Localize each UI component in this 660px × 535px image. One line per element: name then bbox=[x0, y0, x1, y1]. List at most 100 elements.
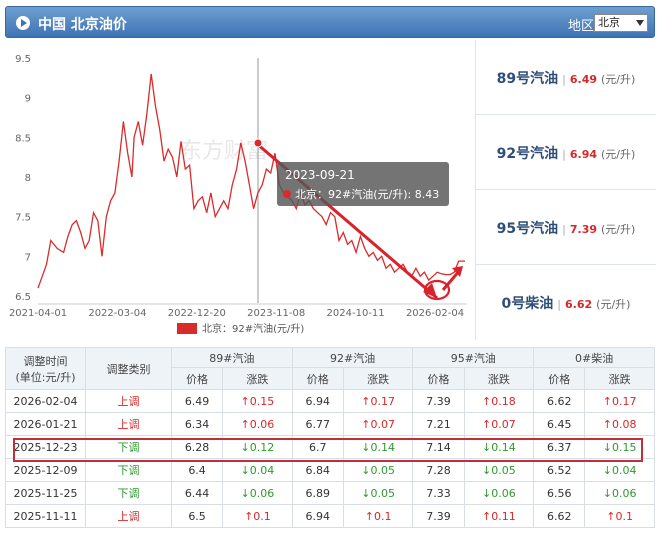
region-label: 地区 bbox=[568, 19, 595, 34]
x-tick-label: 2022-12-20 bbox=[168, 308, 226, 319]
cell-change: ↑0.18 bbox=[463, 389, 535, 413]
price-unit: (元/升) bbox=[596, 298, 631, 311]
cell-change: ↑0.1 bbox=[342, 504, 414, 528]
cell-price: 7.33 bbox=[412, 481, 465, 505]
price-unit: (元/升) bbox=[601, 223, 636, 236]
cell-change: ↑0.07 bbox=[463, 412, 535, 436]
cell-change: ↓0.05 bbox=[342, 481, 414, 505]
price-name: 89号汽油 bbox=[496, 71, 559, 87]
cell-date: 2025-12-09 bbox=[5, 458, 86, 482]
cell-price: 6.89 bbox=[291, 481, 344, 505]
cell-price: 6.77 bbox=[291, 412, 344, 436]
cell-date: 2025-12-23 bbox=[5, 435, 86, 459]
sub-header-change: 涨跌 bbox=[342, 367, 414, 390]
price-name: 0号柴油 bbox=[501, 296, 554, 312]
cell-price: 6.94 bbox=[291, 504, 344, 528]
cell-price: 7.39 bbox=[412, 504, 465, 528]
tooltip-value: 北京：92#汽油(元/升): 8.43 bbox=[295, 187, 439, 201]
cell-price: 7.28 bbox=[412, 458, 465, 482]
cell-price: 6.62 bbox=[533, 504, 586, 528]
price-value: 7.39 bbox=[569, 223, 598, 236]
y-tick-label: 8.5 bbox=[15, 133, 31, 144]
cell-price: 6.52 bbox=[533, 458, 586, 482]
cell-change: ↑0.06 bbox=[222, 412, 293, 436]
table-row: 2025-12-09 下调 6.4 ↓0.04 6.84 ↓0.05 7.28 ↓0.05 6.… bbox=[5, 458, 655, 482]
cell-price: 7.14 bbox=[412, 435, 465, 459]
col-time-unit: (单位:元/升) bbox=[15, 370, 76, 384]
x-tick-label: 2026-02-04 bbox=[406, 308, 464, 319]
cell-change: ↑0.15 bbox=[222, 389, 293, 413]
price-chart-svg: 东方财富 9.598.587.576.5 2021-04-01 2022-03-0… bbox=[9, 54, 467, 335]
cell-price: 6.5 bbox=[170, 504, 224, 528]
table-row: 2025-12-23 下调 6.28 ↓0.12 6.7 ↓0.14 7.14 ↓0.14 6.… bbox=[5, 435, 655, 459]
cell-change: ↓0.06 bbox=[584, 481, 655, 505]
group-header-89: 89#汽油 bbox=[171, 347, 293, 368]
page-title: 中国 北京油价 bbox=[38, 17, 127, 33]
cell-change: ↓0.15 bbox=[584, 435, 655, 459]
legend-swatch bbox=[177, 323, 197, 334]
price-item-89: 89号汽油 | 6.49 (元/升) bbox=[476, 40, 656, 115]
cell-change: ↓0.05 bbox=[463, 458, 535, 482]
price-value: 6.49 bbox=[569, 73, 598, 86]
cell-price: 6.56 bbox=[533, 481, 586, 505]
play-circle-icon bbox=[16, 16, 30, 30]
price-name: 95号汽油 bbox=[496, 221, 559, 237]
chevron-down-icon bbox=[636, 20, 644, 26]
cell-change: ↑0.17 bbox=[584, 389, 655, 413]
price-table-wrap: 调整时间 (单位:元/升) 调整类别 89#汽油 92#汽油 95#汽油 0#柴… bbox=[5, 347, 655, 528]
cell-change: ↑0.08 bbox=[584, 412, 655, 436]
x-tick-label: 2022-03-04 bbox=[88, 308, 146, 319]
cell-price: 6.7 bbox=[291, 435, 344, 459]
legend-label: 北京：92#汽油(元/升) bbox=[202, 322, 304, 335]
cell-price: 6.62 bbox=[533, 389, 586, 413]
price-history-table: 调整时间 (单位:元/升) 调整类别 89#汽油 92#汽油 95#汽油 0#柴… bbox=[5, 347, 655, 528]
cell-price: 6.84 bbox=[291, 458, 344, 482]
cell-change: ↑0.11 bbox=[463, 504, 535, 528]
cell-change: ↑0.1 bbox=[584, 504, 655, 528]
cell-price: 6.4 bbox=[170, 458, 224, 482]
cell-adjust-type: 下调 bbox=[85, 458, 172, 482]
sub-header-price: 价格 bbox=[291, 367, 344, 390]
cell-date: 2026-02-04 bbox=[5, 389, 86, 413]
sub-header-price: 价格 bbox=[412, 367, 465, 390]
cell-change: ↑0.17 bbox=[342, 389, 414, 413]
table-row: 2026-02-04 上调 6.49 ↑0.15 6.94 ↑0.17 7.39 ↑0.18 6… bbox=[5, 389, 655, 413]
col-time-header: 调整时间 (单位:元/升) bbox=[5, 347, 86, 390]
y-tick-label: 9 bbox=[25, 94, 31, 105]
cell-date: 2025-11-11 bbox=[5, 504, 86, 528]
cell-change: ↓0.04 bbox=[584, 458, 655, 482]
tooltip-date: 2023-09-21 bbox=[285, 168, 355, 182]
sub-header-price: 价格 bbox=[533, 367, 586, 390]
cell-price: 7.21 bbox=[412, 412, 465, 436]
cell-change: ↓0.14 bbox=[342, 435, 414, 459]
price-item-diesel-0: 0号柴油 | 6.62 (元/升) bbox=[501, 296, 631, 312]
cell-change: ↓0.12 bbox=[222, 435, 293, 459]
cell-change: ↓0.06 bbox=[463, 481, 535, 505]
col-type-header: 调整类别 bbox=[85, 347, 172, 390]
y-tick-label: 6.5 bbox=[15, 292, 31, 303]
table-row: 2025-11-25 下调 6.44 ↓0.06 6.89 ↓0.05 7.33 ↓0.06 6… bbox=[5, 481, 655, 505]
table-body: 2026-02-04 上调 6.49 ↑0.15 6.94 ↑0.17 7.39 ↑0.18 6… bbox=[5, 389, 655, 528]
cell-price: 6.94 bbox=[291, 389, 344, 413]
y-tick-label: 9.5 bbox=[15, 54, 31, 65]
x-tick-label: 2021-04-01 bbox=[9, 308, 67, 319]
tooltip: 2023-09-21 北京：92#汽油(元/升): 8.43 bbox=[277, 162, 449, 206]
sub-header-change: 涨跌 bbox=[584, 367, 655, 390]
page-header: 中国 北京油价 地区 北京 bbox=[5, 6, 655, 38]
x-tick-label: 2024-10-11 bbox=[327, 308, 385, 319]
price-item-92: 92号汽油 | 6.94 (元/升) bbox=[476, 115, 656, 190]
cell-adjust-type: 下调 bbox=[85, 435, 172, 459]
y-tick-label: 8 bbox=[25, 173, 31, 184]
cell-change: ↓0.06 bbox=[222, 481, 293, 505]
x-tick-label: 2023-11-08 bbox=[247, 308, 305, 319]
cell-date: 2025-11-25 bbox=[5, 481, 86, 505]
y-tick-label: 7.5 bbox=[15, 213, 31, 224]
price-unit: (元/升) bbox=[601, 148, 636, 161]
region-select[interactable]: 北京 bbox=[594, 14, 648, 32]
cell-change: ↓0.05 bbox=[342, 458, 414, 482]
price-panel: 89号汽油 | 6.49 (元/升) 92号汽油 | 6.94 (元/升) 95号汽油 | 7.… bbox=[475, 40, 656, 340]
price-chart[interactable]: 东方财富 9.5 9 8.5 8 7.5 7 6.5 2021-04-01 2022-03-0… bbox=[5, 40, 473, 342]
cell-adjust-type: 下调 bbox=[85, 481, 172, 505]
price-value: 6.62 bbox=[565, 298, 593, 311]
group-header-95: 95#汽油 bbox=[412, 347, 535, 368]
